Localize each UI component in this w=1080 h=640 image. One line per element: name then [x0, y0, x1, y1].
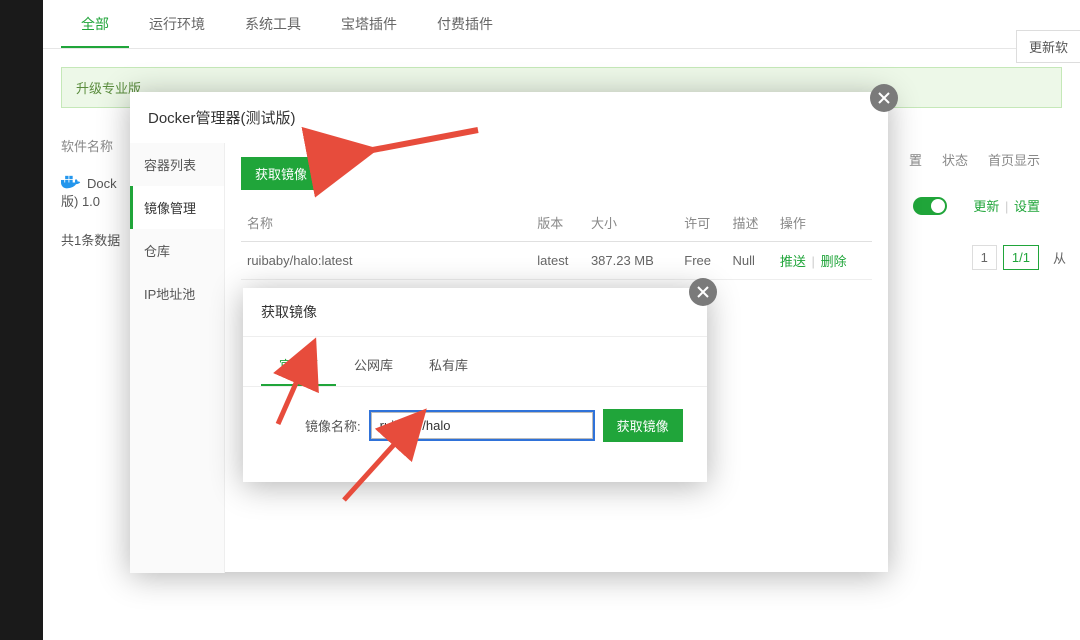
- th-version: 版本: [531, 204, 585, 242]
- get-image-modal: 获取镜像 官方库 公网库 私有库 镜像名称: 获取镜像: [243, 288, 707, 482]
- pager-summary: 共1条数据: [61, 230, 120, 249]
- images-table: 名称 版本 大小 许可 描述 操作 ruibaby/halo:latest la…: [241, 204, 872, 280]
- pager-controls: 1 1/1 从: [972, 244, 1074, 271]
- sidebar-item-containers[interactable]: 容器列表: [130, 143, 224, 186]
- cell-desc: Null: [727, 242, 774, 280]
- pager-page[interactable]: 1: [972, 245, 997, 270]
- tab-private-repo[interactable]: 私有库: [411, 347, 486, 386]
- th-license: 许可: [678, 204, 726, 242]
- get-image-button[interactable]: 获取镜像: [241, 157, 321, 190]
- tab-bt-plugins[interactable]: 宝塔插件: [321, 0, 417, 48]
- row-actions: 更新 | 设置: [973, 196, 1040, 215]
- tab-paid-plugins[interactable]: 付费插件: [417, 0, 513, 48]
- th-name: 名称: [241, 204, 531, 242]
- sidebar-item-images[interactable]: 镜像管理: [130, 186, 224, 229]
- cell-license: Free: [678, 242, 726, 280]
- close-icon[interactable]: [870, 84, 898, 112]
- update-software-button[interactable]: 更新软: [1016, 30, 1080, 63]
- tab-official-repo[interactable]: 官方库: [261, 347, 336, 386]
- cell-ops: 推送 | 删除: [774, 242, 872, 280]
- cell-size: 387.23 MB: [585, 242, 678, 280]
- tab-runtime[interactable]: 运行环境: [129, 0, 225, 48]
- software-row-version-text: 版) 1.0: [61, 191, 100, 210]
- top-tabs: 全部 运行环境 系统工具 宝塔插件 付费插件: [43, 0, 1080, 49]
- sidebar-item-ip-pool[interactable]: IP地址池: [130, 272, 224, 315]
- image-name-label: 镜像名称:: [305, 416, 361, 435]
- col-zhi: 置: [909, 150, 922, 169]
- table-header-row: 名称 版本 大小 许可 描述 操作: [241, 204, 872, 242]
- tab-systools[interactable]: 系统工具: [225, 0, 321, 48]
- cell-name: ruibaby/halo:latest: [241, 242, 531, 280]
- docker-icon: [61, 175, 81, 191]
- software-row-right-columns: 置 状态 首页显示: [909, 150, 1040, 169]
- image-name-input[interactable]: [371, 412, 593, 439]
- action-settings[interactable]: 设置: [1014, 199, 1040, 214]
- close-icon[interactable]: [689, 278, 717, 306]
- th-ops: 操作: [774, 204, 872, 242]
- repo-tabs: 官方库 公网库 私有库: [243, 337, 707, 387]
- header-name-label: 软件名称: [61, 136, 113, 155]
- modal-title: Docker管理器(测试版): [130, 92, 888, 143]
- tab-all[interactable]: 全部: [61, 0, 129, 48]
- inner-modal-title: 获取镜像: [243, 288, 707, 337]
- table-row: ruibaby/halo:latest latest 387.23 MB Fre…: [241, 242, 872, 280]
- separator: |: [1005, 199, 1008, 214]
- get-image-submit-button[interactable]: 获取镜像: [603, 409, 683, 442]
- get-image-form: 镜像名称: 获取镜像: [243, 387, 707, 464]
- tab-public-repo[interactable]: 公网库: [336, 347, 411, 386]
- sidebar-item-repos[interactable]: 仓库: [130, 229, 224, 272]
- col-status: 状态: [942, 150, 968, 169]
- software-row-name-prefix: Dock: [87, 176, 117, 191]
- op-delete[interactable]: 删除: [821, 254, 847, 269]
- op-push[interactable]: 推送: [780, 254, 806, 269]
- action-update[interactable]: 更新: [973, 199, 999, 214]
- th-size: 大小: [585, 204, 678, 242]
- home-display-toggle[interactable]: [913, 197, 947, 215]
- pager-from-label: 从: [1045, 244, 1074, 271]
- th-desc: 描述: [727, 204, 774, 242]
- col-home-display: 首页显示: [988, 150, 1040, 169]
- modal-sidebar: 容器列表 镜像管理 仓库 IP地址池: [130, 143, 225, 573]
- separator: |: [812, 254, 815, 269]
- pager-total[interactable]: 1/1: [1003, 245, 1039, 270]
- cell-version: latest: [531, 242, 585, 280]
